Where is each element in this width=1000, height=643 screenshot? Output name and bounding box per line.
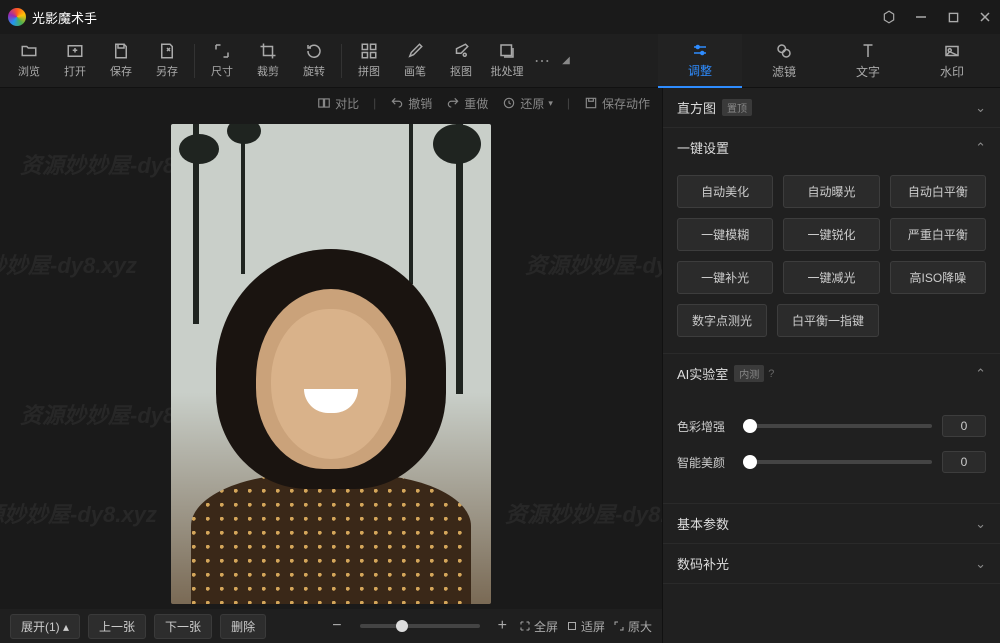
toolbar-expand-icon[interactable]: ◢ [554, 55, 578, 66]
restore-button[interactable]: 还原▾ [502, 95, 553, 112]
oneclick-6[interactable]: 一键补光 [677, 261, 773, 294]
next-image-button[interactable]: 下一张 [154, 614, 212, 639]
oneclick-7[interactable]: 一键减光 [783, 261, 879, 294]
undo-button[interactable]: 撤销 [390, 95, 432, 112]
batch-button[interactable]: 批处理 [484, 37, 530, 85]
app-title: 光影魔术手 [32, 8, 882, 27]
zoom-in-button[interactable]: + [494, 617, 511, 635]
close-button[interactable] [978, 10, 992, 24]
section-histogram[interactable]: 直方图 置顶 ⌄ [663, 88, 1000, 127]
rotate-icon [305, 42, 323, 60]
oneclick-0[interactable]: 自动美化 [677, 175, 773, 208]
zoom-out-button[interactable]: − [328, 617, 345, 635]
filter-icon [775, 42, 793, 60]
fit-screen-button[interactable]: 适屏 [566, 618, 605, 635]
crop-button[interactable]: 裁剪 [245, 37, 291, 85]
browse-button[interactable]: 浏览 [6, 37, 52, 85]
oneclick-extra-0[interactable]: 数字点测光 [677, 304, 767, 337]
brush-button[interactable]: 画笔 [392, 37, 438, 85]
more-tools-button[interactable]: ⋯ [530, 51, 554, 71]
tab-watermark[interactable]: 水印 [910, 34, 994, 88]
section-ailab[interactable]: AI实验室 内测 ? ⌃ [663, 354, 1000, 393]
canvas-image[interactable] [171, 124, 491, 604]
save-action-button[interactable]: 保存动作 [584, 95, 650, 112]
folder-icon [20, 42, 38, 60]
rotate-button[interactable]: 旋转 [291, 37, 337, 85]
cutout-button[interactable]: 抠图 [438, 37, 484, 85]
tab-adjust[interactable]: 调整 [658, 34, 742, 88]
settings-icon[interactable] [882, 10, 896, 24]
zoom-slider[interactable] [360, 624, 480, 628]
batch-icon [498, 42, 516, 60]
ai-slider-1[interactable] [743, 460, 932, 464]
save-icon [112, 42, 130, 60]
watermark-icon [943, 42, 961, 60]
oneclick-2[interactable]: 自动白平衡 [890, 175, 986, 208]
minimize-button[interactable] [914, 10, 928, 24]
resize-icon [213, 42, 231, 60]
section-basic[interactable]: 基本参数 ⌄ [663, 504, 1000, 543]
oneclick-5[interactable]: 严重白平衡 [890, 218, 986, 251]
chevron-down-icon: ⌄ [975, 516, 986, 532]
oneclick-3[interactable]: 一键模糊 [677, 218, 773, 251]
fullscreen-button[interactable]: 全屏 [519, 618, 558, 635]
slider-value[interactable]: 0 [942, 415, 986, 437]
expand-thumbnails-button[interactable]: 展开(1) ▴ [10, 614, 80, 639]
chevron-down-icon: ⌄ [975, 100, 986, 116]
crop-icon [259, 42, 277, 60]
slider-value[interactable]: 0 [942, 451, 986, 473]
delete-button[interactable]: 删除 [220, 614, 266, 639]
chevron-down-icon: ▾ [548, 98, 553, 109]
chevron-up-icon: ⌃ [975, 366, 986, 382]
lasso-icon [452, 42, 470, 60]
chevron-up-icon: ⌃ [975, 140, 986, 156]
redo-button[interactable]: 重做 [446, 95, 488, 112]
chevron-down-icon: ⌄ [975, 556, 986, 572]
grid-icon [360, 42, 378, 60]
oneclick-4[interactable]: 一键锐化 [783, 218, 879, 251]
section-oneclick[interactable]: 一键设置 ⌃ [663, 128, 1000, 167]
tab-text[interactable]: 文字 [826, 34, 910, 88]
sliders-icon [691, 41, 709, 59]
open-button[interactable]: 打开 [52, 37, 98, 85]
tab-filter[interactable]: 滤镜 [742, 34, 826, 88]
saveas-button[interactable]: 另存 [144, 37, 190, 85]
slider-label: 智能美颜 [677, 454, 733, 471]
ai-slider-0[interactable] [743, 424, 932, 428]
original-size-button[interactable]: 原大 [613, 618, 652, 635]
text-icon [859, 42, 877, 60]
oneclick-8[interactable]: 高ISO降噪 [890, 261, 986, 294]
oneclick-1[interactable]: 自动曝光 [783, 175, 879, 208]
beta-badge: 内测 [734, 365, 764, 382]
export-icon [158, 42, 176, 60]
image-plus-icon [66, 42, 84, 60]
size-button[interactable]: 尺寸 [199, 37, 245, 85]
prev-image-button[interactable]: 上一张 [88, 614, 146, 639]
compare-button[interactable]: 对比 [317, 95, 359, 112]
slider-label: 色彩增强 [677, 418, 733, 435]
oneclick-extra-1[interactable]: 白平衡一指键 [777, 304, 879, 337]
save-button[interactable]: 保存 [98, 37, 144, 85]
section-digital[interactable]: 数码补光 ⌄ [663, 544, 1000, 583]
brush-icon [406, 42, 424, 60]
collage-button[interactable]: 拼图 [346, 37, 392, 85]
help-icon[interactable]: ? [768, 368, 774, 380]
app-logo [8, 8, 26, 26]
maximize-button[interactable] [946, 10, 960, 24]
pin-badge: 置顶 [722, 99, 752, 116]
